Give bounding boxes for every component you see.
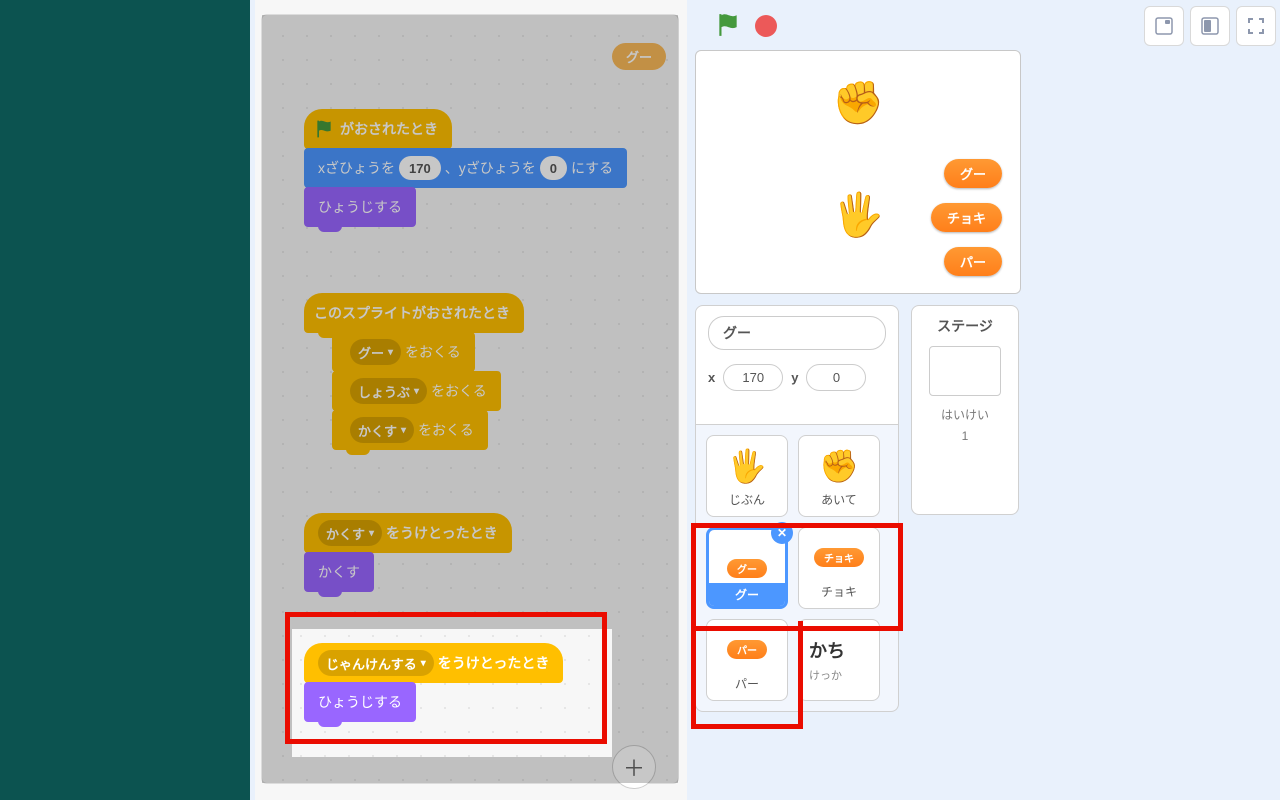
stage-button-gu[interactable]: グー [944, 159, 1002, 188]
sprite-card-kekka[interactable]: かち けっか [798, 619, 880, 701]
input-y[interactable]: 0 [540, 156, 567, 180]
stack-when-receive-kakusu[interactable]: かくす をうけとったとき かくす [304, 513, 512, 592]
code-area: グー がおされたとき xざひょうを 170 、yざひょうを 0 にする ひょうじ… [255, 0, 687, 800]
block-hide[interactable]: かくす [304, 552, 374, 592]
view-mode-buttons [1144, 6, 1280, 46]
block-broadcast-kakusu[interactable]: かくす をおくる [332, 410, 488, 450]
fullscreen-button[interactable] [1236, 6, 1276, 46]
backdrop-label: はいけい [912, 406, 1018, 423]
stage-panel[interactable]: ステージ はいけい 1 [911, 305, 1019, 515]
dropdown-janken[interactable]: じゃんけんする [318, 650, 434, 676]
block-broadcast-shoubu[interactable]: しょうぶ をおくる [332, 371, 501, 411]
choki-pill-icon: チョキ [814, 548, 864, 567]
sprite-card-pa[interactable]: パー パー [706, 619, 788, 701]
delete-sprite-button[interactable]: ✕ [771, 522, 793, 544]
sprite-info-panel: グー x 170 y 0 [695, 305, 899, 425]
kekka-text: けっか [809, 667, 879, 683]
sprite-name-input[interactable]: グー [708, 316, 886, 350]
right-column: ✊ 🖐️ グー チョキ パー グー x 170 y 0 ステージ はいけい 1 … [695, 0, 1280, 800]
add-extension-button[interactable]: ＋ [612, 745, 656, 789]
x-value[interactable]: 170 [723, 364, 783, 391]
stage-controls [695, 0, 1025, 50]
dropdown-kakusu2[interactable]: かくす [318, 520, 382, 546]
green-flag-icon [314, 119, 334, 139]
stop-button[interactable] [755, 15, 777, 37]
small-stage-button[interactable] [1144, 6, 1184, 46]
sprite-list: 🖐️ じぶん ✊ あいて ✕ グー グー チョキ チョキ パー パー かち けっ… [695, 425, 899, 712]
hat-label: がおされたとき [340, 119, 438, 139]
stack-when-receive-janken[interactable]: じゃんけんする をうけとったとき ひょうじする [304, 643, 563, 722]
stage-button-pa[interactable]: パー [944, 247, 1002, 276]
gu-pill-icon: グー [727, 559, 767, 578]
hat-when-sprite-clicked[interactable]: このスプライトがおされたとき [304, 293, 524, 333]
hat-when-receive-janken[interactable]: じゃんけんする をうけとったとき [304, 643, 563, 683]
stage-title: ステージ [912, 316, 1018, 336]
y-label: y [791, 370, 798, 385]
block-show[interactable]: ひょうじする [304, 187, 416, 227]
stack-when-flag-clicked[interactable]: がおされたとき xざひょうを 170 、yざひょうを 0 にする ひょうじする [304, 109, 627, 227]
dropdown-gu[interactable]: グー [350, 339, 401, 365]
pa-pill-icon: パー [727, 640, 767, 659]
current-sprite-pill: グー [612, 43, 666, 70]
stage-thumbnail[interactable] [929, 346, 1001, 396]
block-goto-xy[interactable]: xざひょうを 170 、yざひょうを 0 にする [304, 148, 627, 188]
stage-preview[interactable]: ✊ 🖐️ グー チョキ パー [695, 50, 1021, 294]
large-stage-button[interactable] [1190, 6, 1230, 46]
sprite-aite-fist: ✊ [832, 79, 884, 128]
x-label: x [708, 370, 715, 385]
input-x[interactable]: 170 [399, 156, 441, 180]
dropdown-kakusu[interactable]: かくす [350, 417, 414, 443]
y-value[interactable]: 0 [806, 364, 866, 391]
dropdown-shoubu[interactable]: しょうぶ [350, 378, 427, 404]
left-rail [0, 0, 250, 800]
sprite-card-jibun[interactable]: 🖐️ じぶん [706, 435, 788, 517]
block-show2[interactable]: ひょうじする [304, 682, 416, 722]
stage-button-choki[interactable]: チョキ [931, 203, 1002, 232]
backdrop-count: 1 [912, 429, 1018, 443]
hand-icon: 🖐️ [727, 445, 767, 487]
hat-when-flag-clicked[interactable]: がおされたとき [304, 109, 452, 149]
fist-icon: ✊ [819, 445, 859, 487]
stack-when-sprite-clicked[interactable]: このスプライトがおされたとき グー をおくる しょうぶ をおくる かくす をおく… [304, 293, 524, 450]
block-broadcast-gu[interactable]: グー をおくる [332, 332, 475, 372]
sprite-card-gu[interactable]: ✕ グー グー [706, 527, 788, 609]
sprite-card-aite[interactable]: ✊ あいて [798, 435, 880, 517]
kachi-text: かち [809, 637, 879, 663]
green-flag-button[interactable] [715, 12, 741, 38]
sprite-card-choki[interactable]: チョキ チョキ [798, 527, 880, 609]
code-panel[interactable]: グー がおされたとき xざひょうを 170 、yざひょうを 0 にする ひょうじ… [261, 14, 679, 784]
sprite-jibun-hand: 🖐️ [832, 191, 884, 240]
hat-when-receive-kakusu[interactable]: かくす をうけとったとき [304, 513, 512, 553]
